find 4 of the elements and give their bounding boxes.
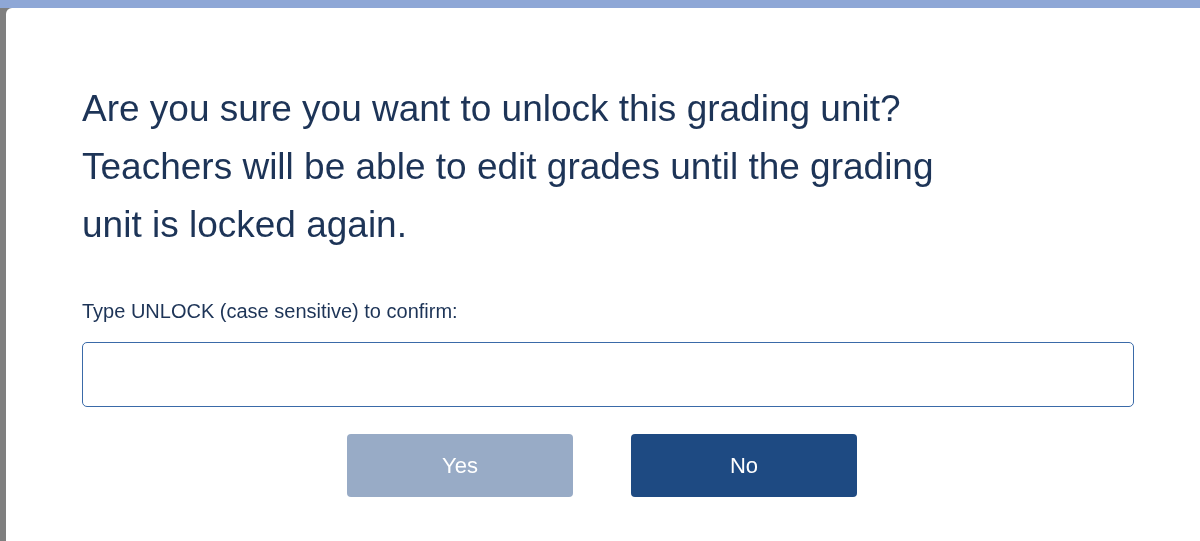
dialog-message: Are you sure you want to unlock this grading unit? Teachers will be able to edit grades until the grading unit is locked again. [82, 87, 935, 247]
confirm-input-field[interactable] [82, 342, 1134, 407]
confirm-label: Type UNLOCK (case sensitive) to confirm: [82, 299, 459, 324]
dialog-button[interactable]: No [631, 434, 857, 497]
